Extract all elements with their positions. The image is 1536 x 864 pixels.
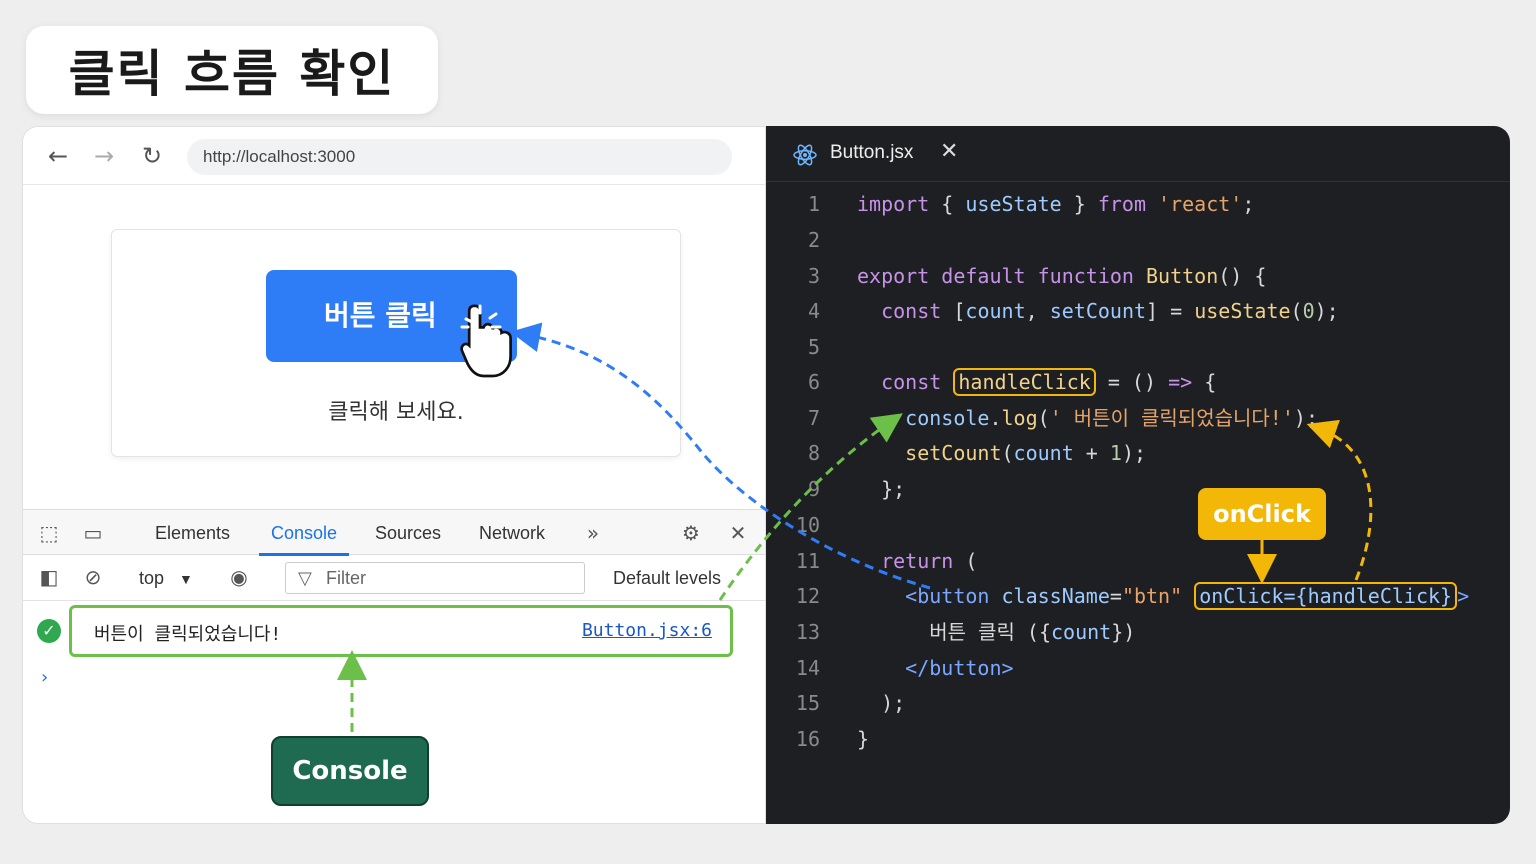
devtools-tabbar: ⬚ ▭ Elements Console Sources Network » ⚙… — [23, 509, 765, 556]
url-bar[interactable]: http://localhost:3000 — [187, 139, 732, 175]
react-icon — [793, 144, 817, 166]
filter-placeholder: Filter — [326, 568, 366, 588]
browser-toolbar: ← → ↻ http://localhost:3000 — [23, 127, 765, 185]
filter-icon: ▽ — [298, 568, 312, 588]
tab-console[interactable]: Console — [259, 510, 350, 556]
browser-window: ← → ↻ http://localhost:3000 버튼 클릭 클릭해 보세… — [22, 126, 766, 824]
app-card: 버튼 클릭 클릭해 보세요. — [111, 229, 681, 457]
reload-icon[interactable]: ↻ — [139, 143, 165, 169]
levels-select[interactable]: Default levels — [613, 555, 721, 601]
close-devtools-icon[interactable]: ✕ — [726, 521, 750, 545]
clear-console-icon[interactable]: ⊘ — [81, 565, 105, 589]
tab-elements[interactable]: Elements — [155, 510, 230, 556]
console-badge: Console — [271, 736, 429, 806]
settings-icon[interactable]: ⚙ — [679, 521, 703, 545]
editor-tab[interactable]: Button.jsx ✕ — [766, 126, 1510, 182]
editor-tab-filename: Button.jsx — [830, 142, 914, 163]
console-prompt-icon[interactable]: › — [41, 667, 48, 688]
slide-title: 클릭 흐름 확인 — [68, 45, 396, 103]
chevron-down-icon: ▼ — [179, 571, 193, 587]
back-icon[interactable]: ← — [45, 143, 71, 169]
log-source-link[interactable]: Button.jsx:6 — [582, 620, 712, 641]
eye-icon[interactable]: ◉ — [227, 565, 251, 589]
forward-icon[interactable]: → — [91, 143, 117, 169]
inspect-icon[interactable]: ⬚ — [37, 521, 61, 545]
hint-text: 클릭해 보세요. — [328, 400, 464, 425]
console-log-row: 버튼이 클릭되었습니다! Button.jsx:6 — [69, 605, 733, 657]
slide-title-card: 클릭 흐름 확인 — [26, 26, 438, 114]
filter-input[interactable]: ▽ Filter — [285, 562, 585, 594]
sidebar-toggle-icon[interactable]: ◧ — [37, 565, 61, 589]
console-toolbar: ◧ ⊘ top ▼ ◉ ▽ Filter Default levels — [23, 555, 765, 601]
context-value: top — [139, 568, 165, 588]
tab-network[interactable]: Network — [479, 510, 545, 556]
log-message: 버튼이 클릭되었습니다! — [94, 624, 282, 645]
tab-sources[interactable]: Sources — [375, 510, 441, 556]
code-editor: Button.jsx ✕ 1 import { useState } from '… — [766, 126, 1510, 824]
device-toggle-icon[interactable]: ▭ — [81, 521, 105, 545]
onclick-badge: onClick — [1198, 488, 1326, 540]
more-tabs-icon[interactable]: » — [581, 521, 605, 545]
levels-value: Default levels — [613, 568, 722, 588]
click-button[interactable]: 버튼 클릭 — [266, 270, 517, 362]
close-tab-icon[interactable]: ✕ — [940, 139, 958, 164]
success-check-icon: ✓ — [37, 619, 61, 643]
context-select[interactable]: top ▼ — [139, 555, 193, 602]
click-button-label: 버튼 클릭 — [324, 299, 437, 332]
